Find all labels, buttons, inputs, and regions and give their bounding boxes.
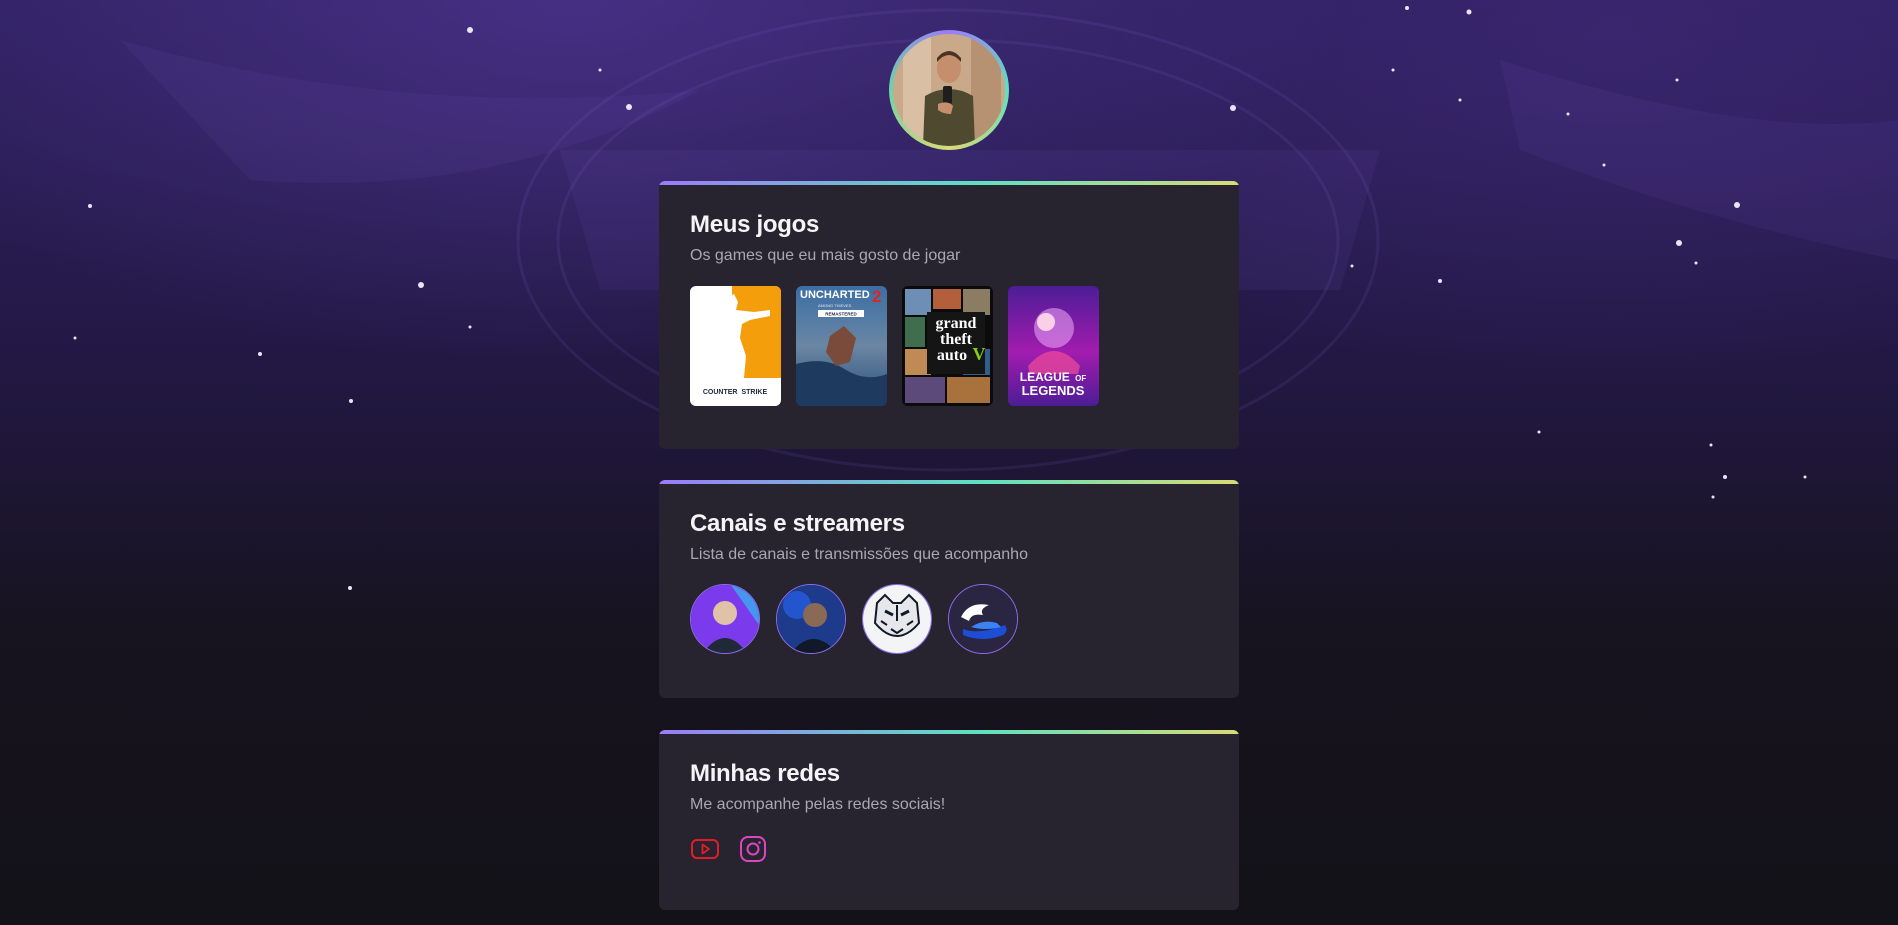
gta-v-cover: grand theft auto V — [902, 286, 993, 406]
uncharted-logo-text-3: AMONG THIEVES — [818, 303, 852, 308]
game-league-of-legends[interactable]: LEAGUE OF LEGENDS — [1008, 286, 1099, 406]
game-uncharted-2[interactable]: UNCHARTED 2 AMONG THIEVES REMASTERED — [796, 286, 887, 406]
uncharted-logo-text-2: 2 — [872, 287, 881, 306]
profile-avatar — [889, 30, 1009, 150]
socials-title: Minhas redes — [690, 760, 840, 787]
profile-photo — [893, 34, 1005, 146]
channels-card: Canais e streamers Lista de canais e tra… — [659, 480, 1239, 698]
channels-subtitle: Lista de canais e transmissões que acomp… — [690, 546, 1028, 563]
gta-logo-text-3: auto — [937, 347, 967, 364]
channel-item-1[interactable] — [690, 584, 760, 654]
game-counter-strike[interactable]: COUNTER STRIKE — [690, 286, 781, 406]
channels-title: Canais e streamers — [690, 510, 905, 537]
channel-item-2[interactable] — [776, 584, 846, 654]
league-of-legends-cover: LEAGUE OF LEGENDS — [1008, 286, 1099, 406]
tiger-logo-icon — [863, 585, 931, 653]
gta-logo-text-2: theft — [940, 331, 973, 348]
uncharted-logo-text-4: REMASTERED — [825, 312, 857, 317]
streamer-avatar-2-icon — [777, 585, 845, 653]
winged-shoe-logo-icon — [949, 585, 1017, 653]
streamer-avatar-1-icon — [691, 585, 759, 653]
channels-list — [690, 584, 1208, 654]
lol-logo-text-1: LEAGUE — [1020, 370, 1070, 384]
games-list: COUNTER STRIKE UNCHARTED 2 AMONG THIEVES… — [690, 286, 1208, 406]
game-gta-v[interactable]: grand theft auto V — [902, 286, 993, 406]
instagram-icon — [740, 836, 766, 862]
gta-logo-text-4: V — [973, 344, 986, 364]
games-card: Meus jogos Os games que eu mais gosto de… — [659, 181, 1239, 449]
uncharted-2-cover: UNCHARTED 2 AMONG THIEVES REMASTERED — [796, 286, 887, 406]
lol-logo-text-3: LEGENDS — [1022, 383, 1085, 398]
counter-strike-cover: COUNTER STRIKE — [690, 286, 781, 406]
games-subtitle: Os games que eu mais gosto de jogar — [690, 247, 961, 264]
channel-item-4[interactable] — [948, 584, 1018, 654]
gta-logo-text-1: grand — [936, 315, 977, 332]
socials-subtitle: Me acompanhe pelas redes sociais! — [690, 796, 946, 813]
youtube-icon — [691, 839, 719, 859]
svg-text:COUNTER STRIKE: COUNTER STRIKE — [703, 389, 768, 396]
cs-logo-text-2: STRIKE — [741, 389, 767, 396]
youtube-link[interactable] — [690, 834, 720, 864]
socials-card: Minhas redes Me acompanhe pelas redes so… — [659, 730, 1239, 910]
instagram-link[interactable] — [738, 834, 768, 864]
lol-logo-text-2: OF — [1075, 374, 1086, 383]
cs-logo-text-1: COUNTER — [703, 389, 738, 396]
socials-list — [690, 834, 1208, 864]
games-title: Meus jogos — [690, 211, 820, 238]
channel-item-3[interactable] — [862, 584, 932, 654]
uncharted-logo-text-1: UNCHARTED — [800, 289, 870, 301]
